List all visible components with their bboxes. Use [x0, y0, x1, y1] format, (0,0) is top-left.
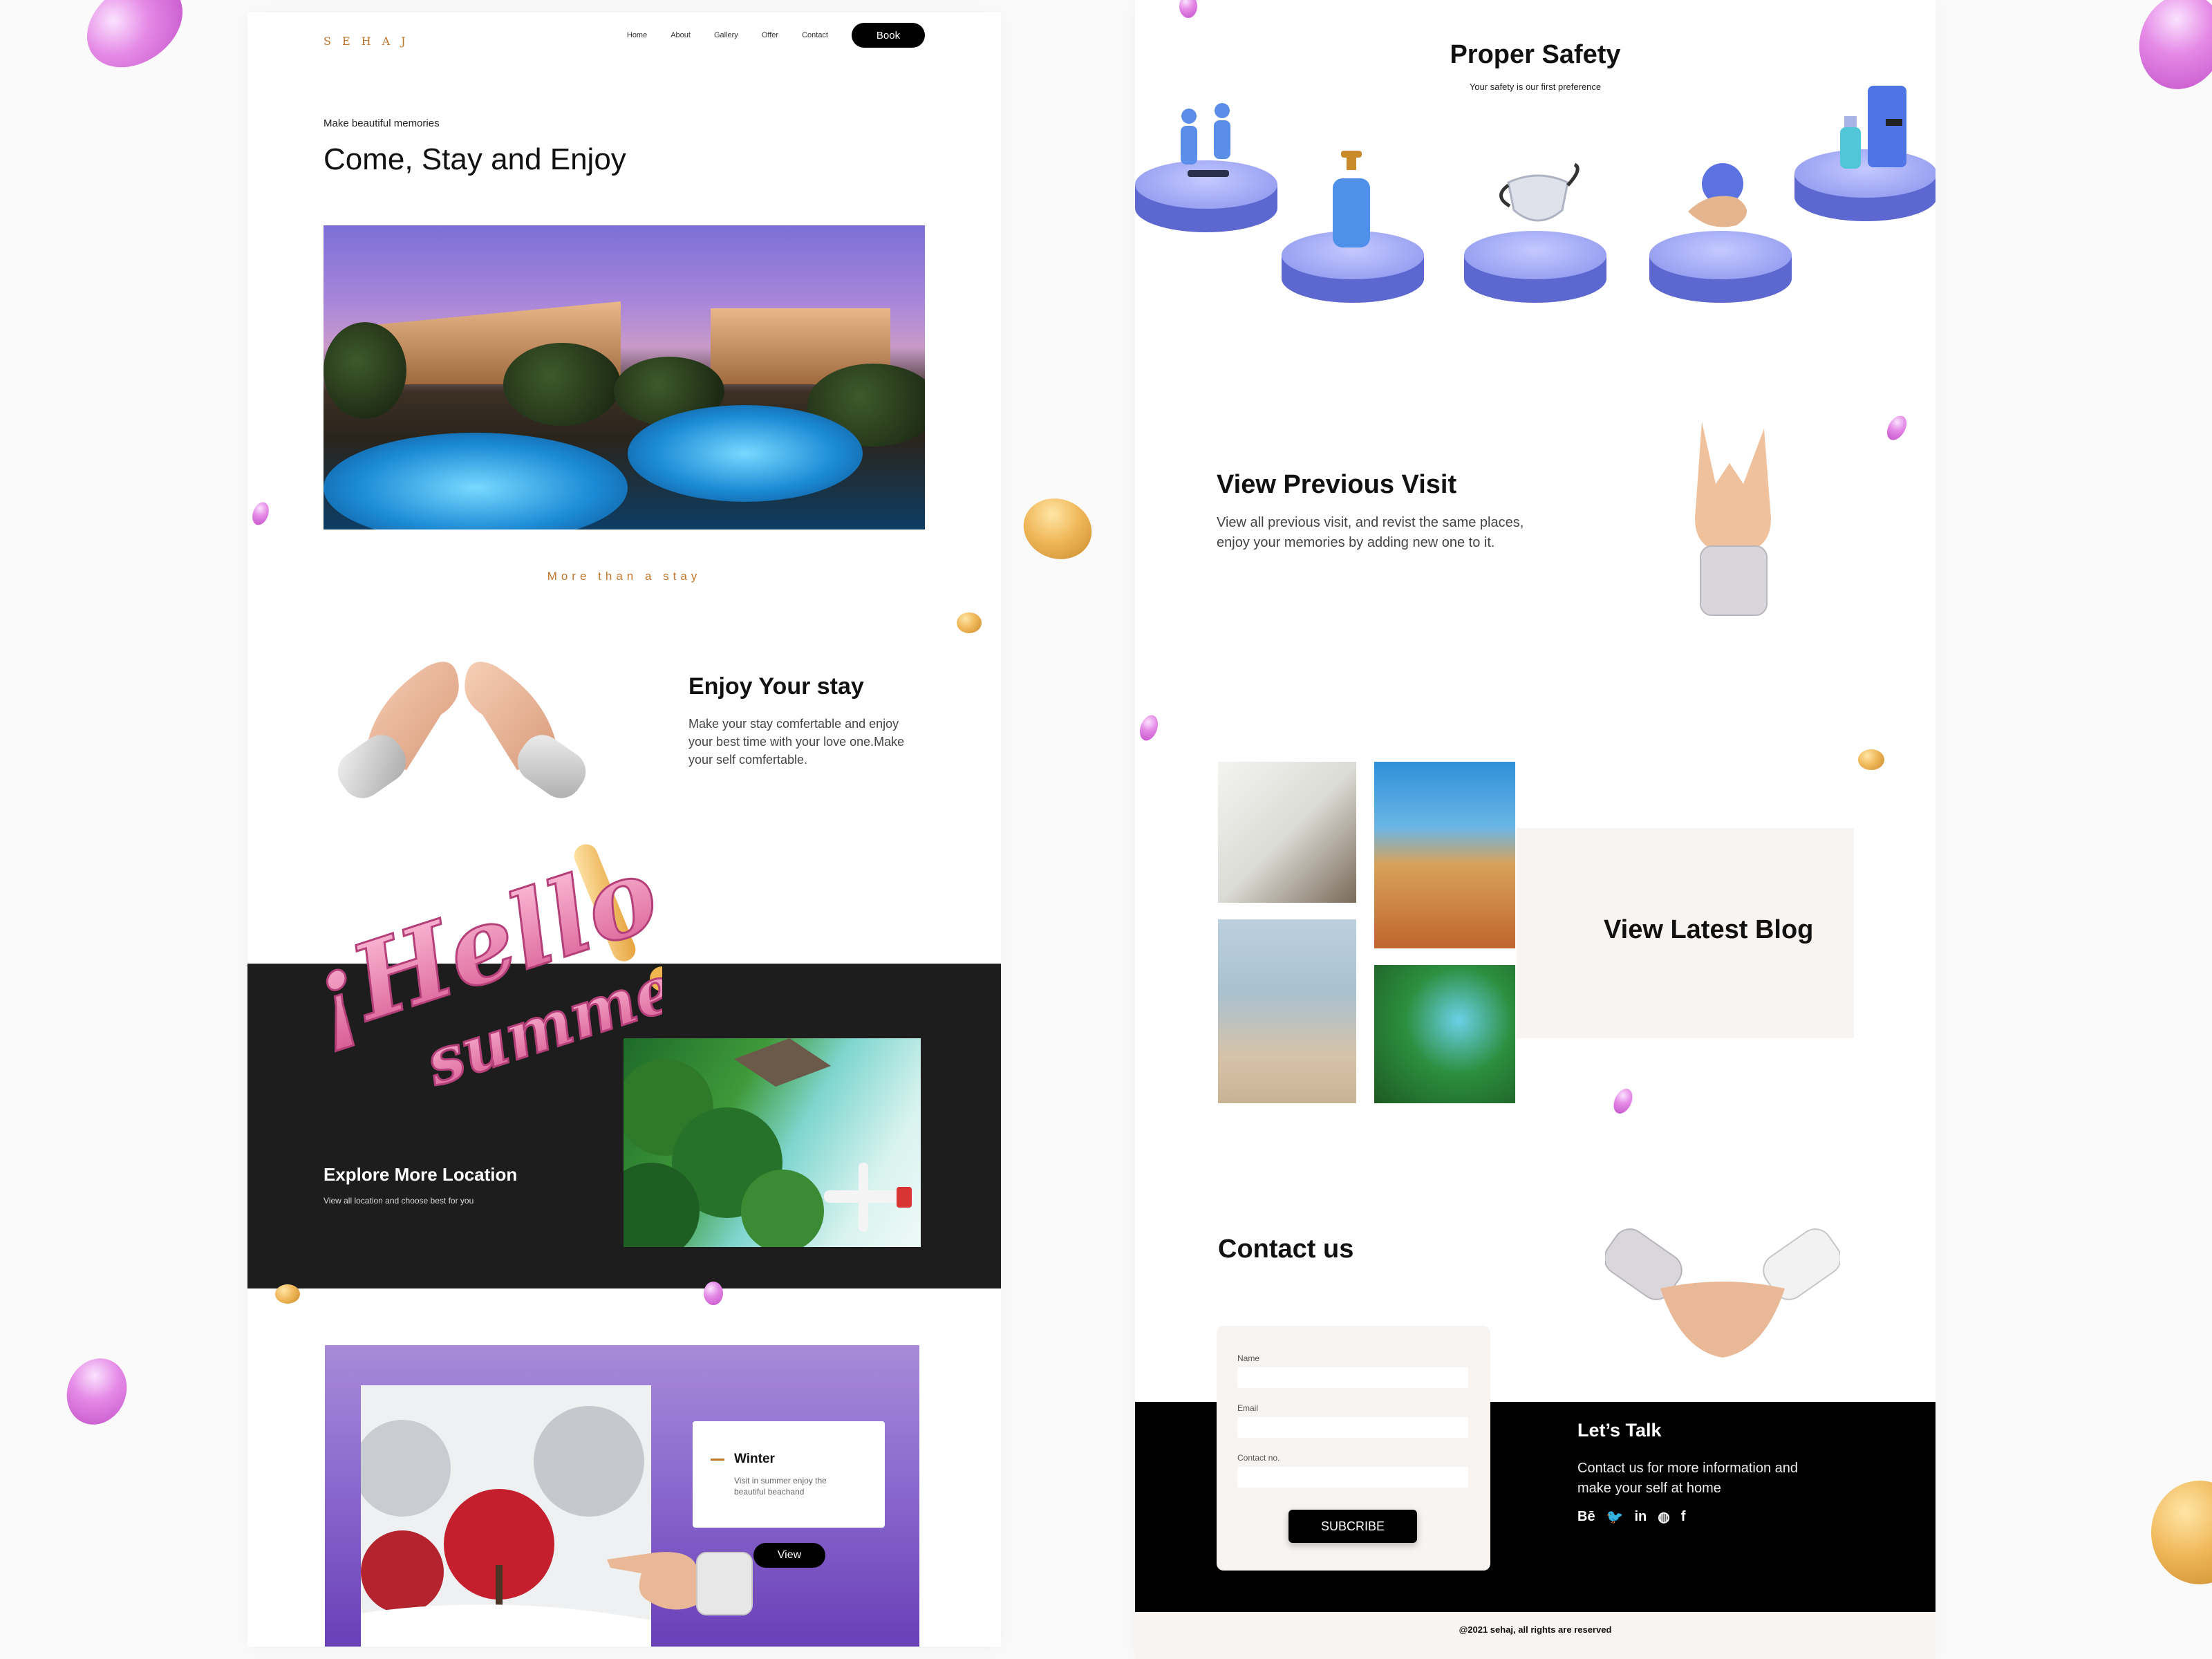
email-field[interactable]	[1237, 1417, 1468, 1438]
contact-title: Contact us	[1218, 1235, 1354, 1264]
contact-form: Name Email Contact no. SUBCRIBE	[1217, 1326, 1490, 1571]
social-links: Bē 🐦 in ◍ f	[1577, 1508, 1685, 1526]
winter-info-card: Winter Visit in summer enjoy the beautif…	[693, 1421, 885, 1528]
more-than-a-stay-label: More than a stay	[547, 570, 702, 583]
brand-logo[interactable]: SEHAJ	[324, 35, 417, 48]
footer	[1135, 1612, 1936, 1659]
safety-pedestal	[1649, 231, 1792, 303]
explore-location-title: Explore More Location	[324, 1164, 518, 1185]
hero-tagline: Make beautiful memories	[324, 118, 440, 129]
gold-blob-decoration	[957, 612, 982, 633]
winter-text: Visit in summer enjoy the beautiful beac…	[734, 1476, 827, 1497]
nav-contact-link[interactable]: Contact	[802, 31, 828, 39]
contact-number-label: Contact no.	[1237, 1453, 1280, 1463]
social-distance-icon	[1181, 103, 1230, 177]
safety-title: Proper Safety	[1450, 40, 1621, 69]
winter-title: Winter	[734, 1452, 775, 1466]
gold-blob-decoration	[2151, 1481, 2212, 1584]
rock-hand-illustration	[1695, 422, 1771, 616]
gold-blob-decoration	[275, 1284, 300, 1304]
explore-location-text: View all location and choose best for yo…	[324, 1196, 474, 1206]
pink-blob-decoration	[71, 0, 199, 86]
behance-icon[interactable]: Bē	[1577, 1509, 1595, 1525]
main-nav: Home About Gallery Offer Contact Book	[627, 19, 925, 51]
landing-page-mockup-right: Proper Safety Your safety is our first p…	[1135, 0, 1936, 1659]
latest-blog-title[interactable]: View Latest Blog	[1604, 915, 1813, 945]
hand-wash-icon	[1688, 163, 1747, 227]
gold-blob-decoration	[1858, 749, 1884, 770]
pink-blob-decoration	[56, 1348, 138, 1435]
previous-visit-text: View all previous visit, and revist the …	[1217, 515, 1524, 550]
safety-subtitle: Your safety is our first preference	[1469, 82, 1602, 92]
dribbble-icon[interactable]: ◍	[1658, 1508, 1669, 1526]
enjoy-stay-text: Make your stay comfertable and enjoy you…	[688, 717, 905, 767]
twitter-icon[interactable]: 🐦	[1606, 1508, 1624, 1526]
lets-talk-title: Let’s Talk	[1577, 1420, 1662, 1441]
previous-visit-title: View Previous Visit	[1217, 470, 1457, 499]
face-mask-icon	[1499, 162, 1580, 222]
beach-seaplane-image[interactable]	[624, 1038, 921, 1247]
name-label: Name	[1237, 1353, 1260, 1363]
blog-image-palace[interactable]	[1374, 762, 1515, 948]
resort-pool-image	[324, 225, 925, 529]
name-field[interactable]	[1237, 1367, 1468, 1388]
enjoy-stay-title: Enjoy Your stay	[688, 673, 864, 700]
pink-blob-decoration	[2126, 0, 2212, 102]
landing-page-mockup-left: SEHAJ Home About Gallery Offer Contact B…	[247, 12, 1001, 1647]
nav-offer-link[interactable]: Offer	[762, 31, 778, 39]
book-button[interactable]: Book	[852, 23, 925, 48]
hello-summer-graphic: ¡Hello summer	[293, 832, 662, 1102]
sanitizer-icon	[1333, 151, 1370, 247]
blog-image-family-dining[interactable]	[1218, 762, 1356, 903]
safety-pedestal	[1464, 231, 1606, 303]
gold-blob-decoration	[1015, 489, 1100, 569]
facebook-icon[interactable]: f	[1681, 1509, 1686, 1525]
door-disinfect-icon	[1840, 86, 1906, 169]
pink-blob-decoration	[704, 1282, 723, 1305]
blog-image-kids-beach[interactable]	[1218, 919, 1356, 1103]
nav-gallery-link[interactable]: Gallery	[714, 31, 738, 39]
hero-title: Come, Stay and Enjoy	[324, 142, 626, 176]
contact-number-field[interactable]	[1237, 1467, 1468, 1488]
accent-dash	[711, 1459, 724, 1461]
lets-talk-text: Contact us for more information and make…	[1577, 1461, 1799, 1496]
handshake-illustration	[1605, 1228, 1840, 1358]
copyright-text: @2021 sehaj, all rights are reserved	[1459, 1624, 1612, 1635]
subscribe-button[interactable]: SUBCRIBE	[1288, 1510, 1417, 1543]
nav-home-link[interactable]: Home	[627, 31, 647, 39]
blog-image-resort-aerial[interactable]	[1374, 965, 1515, 1103]
email-label: Email	[1237, 1403, 1259, 1413]
linkedin-icon[interactable]: in	[1634, 1509, 1647, 1525]
pointing-hand-illustration	[607, 1552, 753, 1615]
nav-about-link[interactable]: About	[671, 31, 691, 39]
heart-hands-illustration	[337, 662, 586, 798]
